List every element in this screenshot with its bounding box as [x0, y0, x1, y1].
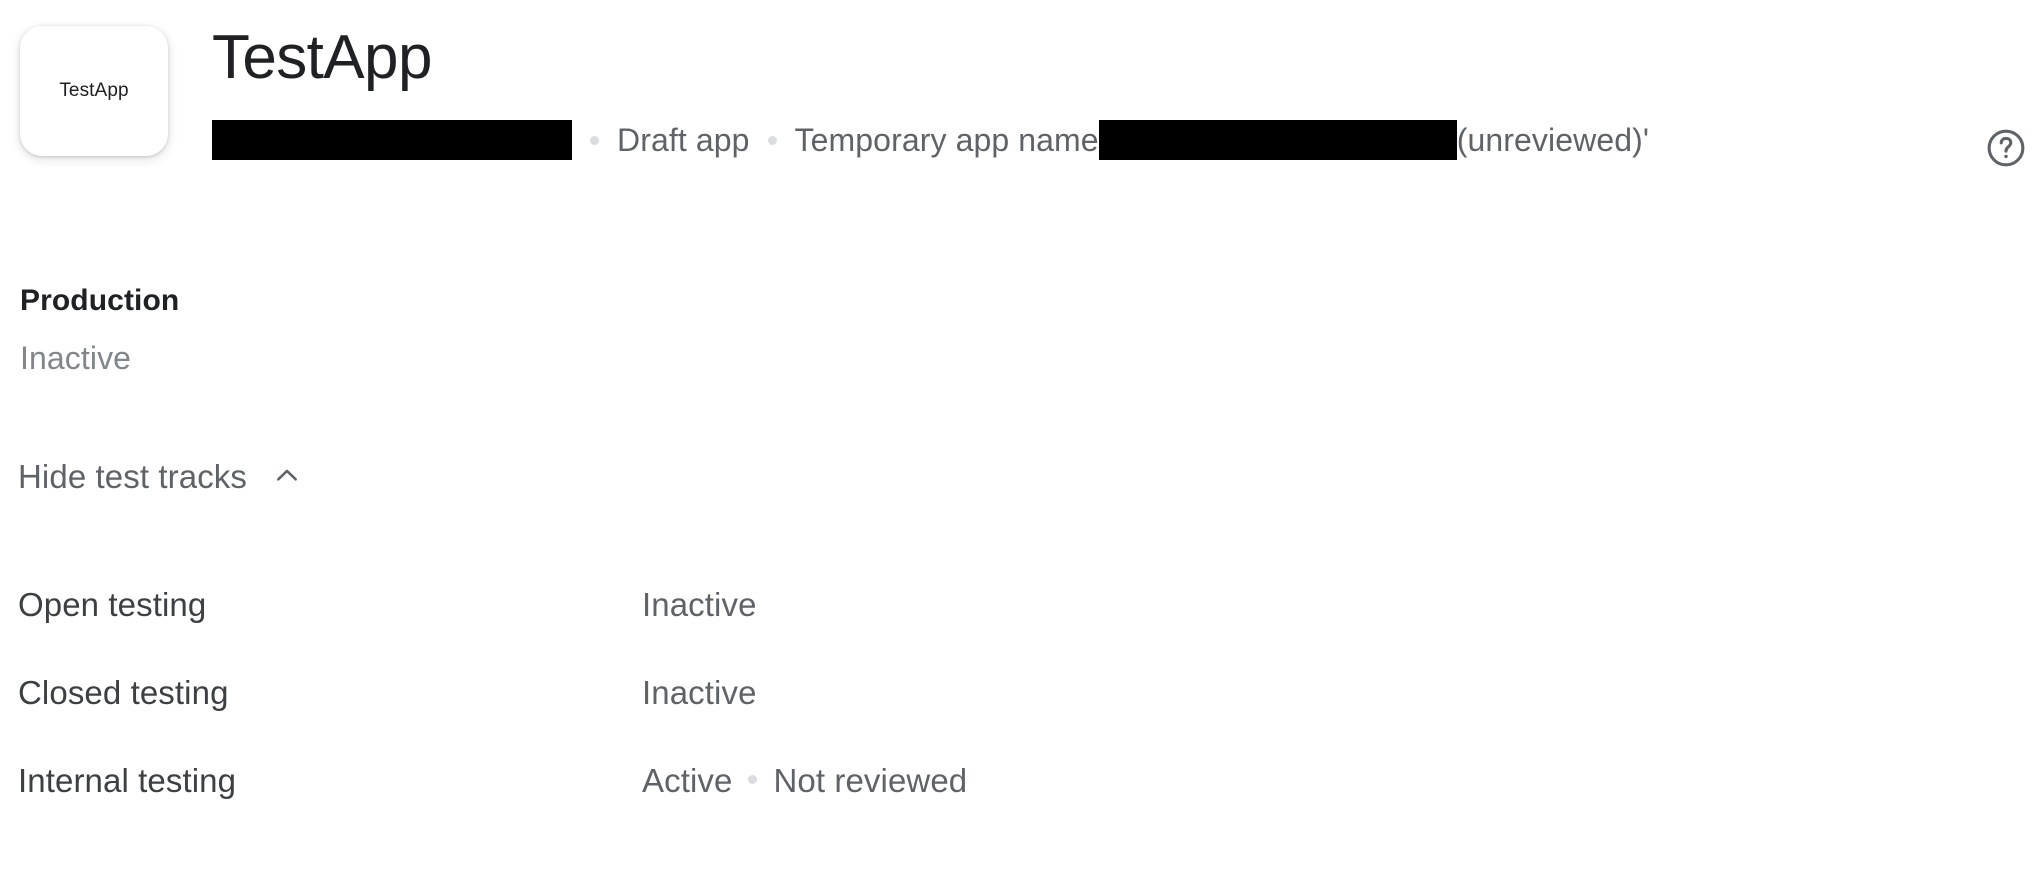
app-header: TestApp TestApp Draft app Temporary app … — [0, 0, 2044, 200]
test-tracks-list: Open testing Inactive Closed testing Ina… — [18, 586, 1918, 850]
production-section: Production Inactive — [20, 284, 180, 376]
app-subtitle-row: Draft app Temporary app name (unreviewed… — [212, 116, 2044, 164]
production-status: Inactive — [20, 340, 132, 376]
track-status-closed-testing: Inactive — [642, 674, 757, 712]
page-title: TestApp — [212, 23, 432, 92]
hide-test-tracks-toggle[interactable]: Hide test tracks — [18, 458, 305, 494]
header-text-block: TestApp Draft app Temporary app name (un… — [212, 0, 2044, 164]
subtitle-separator-dot-1 — [590, 135, 599, 145]
status-badge: Inactive — [642, 674, 757, 711]
hide-test-tracks-label: Hide test tracks — [18, 457, 248, 495]
production-heading: Production — [20, 284, 180, 317]
subtitle-separator-dot-2 — [767, 135, 777, 145]
table-row: Closed testing Inactive — [18, 674, 1918, 762]
chevron-up-icon — [269, 458, 305, 494]
status-badge: Inactive — [642, 586, 757, 623]
review-status-label: Not reviewed — [773, 762, 968, 799]
redaction-bar-app-name — [1098, 120, 1457, 160]
table-row: Open testing Inactive — [18, 586, 1918, 674]
track-name-closed-testing: Closed testing — [18, 674, 229, 711]
subtitle-temporary-app-name: Temporary app name — [794, 121, 1099, 158]
app-icon-label: TestApp — [59, 80, 129, 101]
help-circle-icon[interactable] — [1978, 120, 2034, 176]
subtitle-draft-app: Draft app — [617, 121, 750, 158]
track-status-internal-testing: Active Not reviewed — [642, 762, 967, 800]
app-icon: TestApp — [20, 26, 168, 156]
status-badge: Active — [642, 762, 733, 799]
track-name-internal-testing: Internal testing — [18, 762, 237, 799]
track-name-open-testing: Open testing — [18, 586, 207, 623]
track-status-open-testing: Inactive — [642, 586, 757, 624]
table-row: Internal testing Active Not reviewed — [18, 762, 1918, 850]
track-status-separator-dot — [748, 775, 758, 784]
subtitle-unreviewed: (unreviewed)' — [1456, 121, 1650, 158]
redaction-bar-package-name — [212, 120, 572, 160]
